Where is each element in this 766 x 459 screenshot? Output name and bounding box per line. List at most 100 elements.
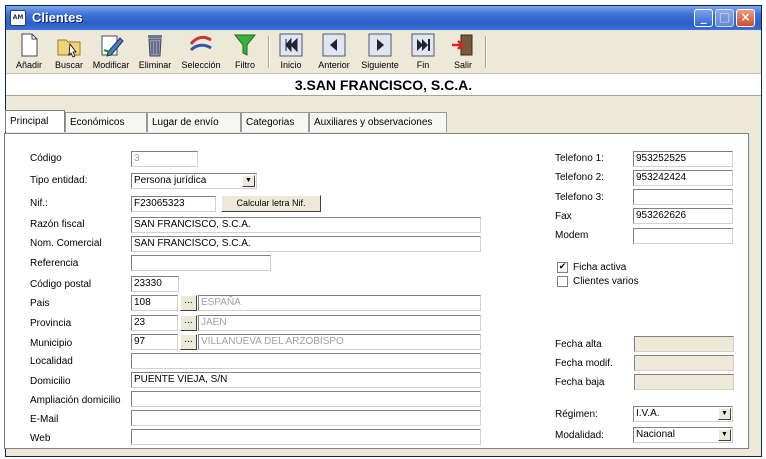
chevron-down-icon[interactable]: ▼ bbox=[718, 429, 731, 441]
record-caption: 3.SAN FRANCISCO, S.C.A. bbox=[6, 74, 761, 96]
clientes-varios-checkbox[interactable] bbox=[557, 276, 568, 287]
trash-bin-icon bbox=[148, 35, 162, 57]
next-record-icon bbox=[368, 33, 392, 57]
selection-icon bbox=[189, 35, 212, 52]
telefono3-field[interactable] bbox=[633, 189, 733, 205]
previous-label: Anterior bbox=[318, 60, 350, 70]
delete-label: Eliminar bbox=[138, 60, 172, 70]
first-button[interactable]: Inicio bbox=[274, 32, 308, 72]
pais-code-field[interactable]: 108 bbox=[131, 295, 178, 311]
last-label: Fin bbox=[416, 60, 430, 70]
ficha-activa-checkbox[interactable]: ✔ bbox=[557, 262, 568, 273]
selection-label: Selección bbox=[181, 60, 221, 70]
fecha-modif-field bbox=[634, 355, 734, 371]
tipo-entidad-label: Tipo entidad: bbox=[30, 175, 88, 186]
last-record-icon bbox=[411, 33, 435, 57]
provincia-label: Provincia bbox=[30, 318, 72, 329]
razon-fiscal-field[interactable]: SAN FRANCISCO, S.C.A. bbox=[131, 217, 481, 233]
add-button[interactable]: Añadir bbox=[12, 32, 46, 72]
exit-button[interactable]: Salir bbox=[446, 32, 480, 72]
last-button[interactable]: Fin bbox=[406, 32, 440, 72]
nif-field[interactable]: F23065323 bbox=[131, 196, 216, 212]
ampliacion-domicilio-label: Ampliación domicilio bbox=[30, 395, 121, 406]
selection-button[interactable]: Selección bbox=[178, 32, 224, 72]
localidad-label: Localidad bbox=[30, 356, 73, 367]
localidad-field[interactable] bbox=[131, 353, 481, 369]
tab-lugar-envio[interactable]: Lugar de envío bbox=[147, 112, 241, 132]
pais-label: Pais bbox=[30, 298, 50, 309]
municipio-lookup-button[interactable]: ... bbox=[180, 334, 197, 350]
tab-auxiliares[interactable]: Auxiliares y observaciones bbox=[309, 112, 447, 132]
provincia-code-field[interactable]: 23 bbox=[131, 315, 178, 331]
domicilio-label: Domicilio bbox=[30, 376, 71, 387]
municipio-label: Municipio bbox=[30, 338, 73, 349]
referencia-field[interactable] bbox=[131, 255, 271, 271]
fecha-alta-field bbox=[634, 336, 734, 352]
fax-field[interactable]: 953262626 bbox=[633, 208, 733, 224]
telefono2-field[interactable]: 953242424 bbox=[633, 170, 733, 186]
tipo-entidad-select[interactable]: Persona jurídica ▼ bbox=[131, 173, 257, 189]
domicilio-field[interactable]: PUENTE VIEJA, S/N bbox=[131, 372, 481, 388]
clientes-varios-label: Clientes varios bbox=[573, 276, 639, 287]
referencia-label: Referencia bbox=[30, 258, 79, 269]
codigo-label: Código bbox=[30, 153, 62, 164]
regimen-label: Régimen: bbox=[555, 409, 598, 420]
provincia-lookup-button[interactable]: ... bbox=[180, 315, 197, 331]
pais-name-field: ESPAÑA bbox=[198, 295, 481, 311]
calcular-letra-nif-button[interactable]: Calcular letra Nif. bbox=[221, 195, 321, 212]
nom-comercial-field[interactable]: SAN FRANCISCO, S.C.A. bbox=[131, 236, 481, 252]
new-document-icon bbox=[21, 33, 38, 57]
chevron-down-icon[interactable]: ▼ bbox=[242, 175, 255, 187]
tab-principal[interactable]: Principal bbox=[5, 110, 65, 132]
maximize-button[interactable]: □ bbox=[715, 9, 734, 27]
modem-label: Modem bbox=[555, 230, 589, 241]
fecha-modif-label: Fecha modif. bbox=[555, 358, 613, 369]
municipio-code-field[interactable]: 97 bbox=[131, 334, 178, 350]
add-label: Añadir bbox=[15, 60, 42, 70]
title-bar[interactable]: AM Clientes _ □ × bbox=[6, 6, 761, 30]
ampliacion-domicilio-field[interactable] bbox=[131, 391, 481, 407]
previous-button[interactable]: Anterior bbox=[312, 32, 356, 72]
edit-pencil-icon bbox=[101, 35, 124, 57]
delete-button[interactable]: Eliminar bbox=[136, 32, 174, 72]
ficha-activa-label: Ficha activa bbox=[573, 262, 627, 273]
tipo-entidad-value: Persona jurídica bbox=[134, 175, 207, 186]
next-label: Siguiente bbox=[361, 60, 399, 70]
filter-label: Filtro bbox=[235, 60, 255, 70]
search-label: Buscar bbox=[54, 60, 83, 70]
fecha-alta-label: Fecha alta bbox=[555, 339, 602, 350]
email-field[interactable] bbox=[131, 410, 481, 426]
regimen-select[interactable]: I.V.A. ▼ bbox=[633, 406, 733, 422]
exit-door-icon bbox=[452, 34, 473, 56]
regimen-value: I.V.A. bbox=[636, 408, 660, 419]
filter-button[interactable]: Filtro bbox=[228, 32, 262, 72]
web-field[interactable] bbox=[131, 429, 481, 445]
modem-field[interactable] bbox=[633, 228, 733, 244]
tab-economicos[interactable]: Económicos bbox=[65, 112, 147, 132]
close-button[interactable]: × bbox=[736, 9, 755, 27]
next-button[interactable]: Siguiente bbox=[358, 32, 402, 72]
telefono1-field[interactable]: 953252525 bbox=[633, 151, 733, 167]
modalidad-select[interactable]: Nacional ▼ bbox=[633, 427, 733, 443]
toolbar-separator-2 bbox=[485, 36, 487, 68]
razon-fiscal-label: Razón fiscal bbox=[30, 219, 85, 230]
exit-label: Salir bbox=[453, 60, 472, 70]
pais-lookup-button[interactable]: ... bbox=[180, 295, 197, 311]
chevron-down-icon[interactable]: ▼ bbox=[718, 408, 731, 420]
toolbar-separator bbox=[268, 36, 270, 68]
codigo-postal-field[interactable]: 23330 bbox=[131, 276, 179, 292]
nom-comercial-label: Nom. Comercial bbox=[30, 238, 102, 249]
modify-label: Modificar bbox=[92, 60, 130, 70]
search-button[interactable]: Buscar bbox=[50, 32, 88, 72]
codigo-field[interactable]: 3 bbox=[131, 151, 198, 167]
nif-label: Nif.: bbox=[30, 198, 48, 209]
tab-categorias[interactable]: Categorias bbox=[241, 112, 309, 132]
modalidad-value: Nacional bbox=[636, 429, 675, 440]
email-label: E-Mail bbox=[30, 414, 59, 425]
minimize-button[interactable]: _ bbox=[694, 9, 713, 27]
first-record-icon bbox=[279, 33, 303, 57]
app-icon: AM bbox=[10, 10, 26, 26]
fecha-baja-field bbox=[634, 374, 734, 390]
modify-button[interactable]: Modificar bbox=[90, 32, 132, 72]
telefono3-label: Telefono 3: bbox=[555, 192, 604, 203]
